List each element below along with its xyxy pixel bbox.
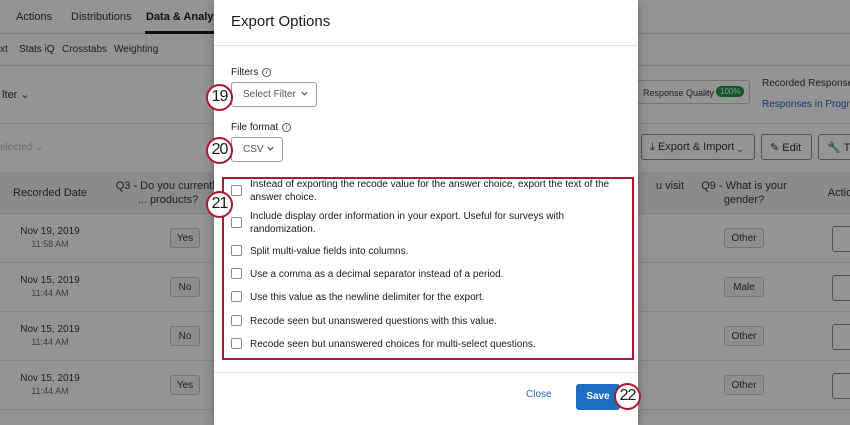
option-label: Recode seen but unanswered questions wit… xyxy=(250,316,497,327)
info-icon[interactable]: i xyxy=(262,68,272,77)
option-checkbox[interactable] xyxy=(231,245,242,256)
file-format-value: CSV xyxy=(243,144,264,155)
filter-select[interactable]: Select Filter xyxy=(231,82,317,107)
option-label: Recode seen but unanswered choices for m… xyxy=(250,339,536,350)
option-checkbox[interactable] xyxy=(231,268,242,279)
file-format-select[interactable]: CSV xyxy=(231,137,283,162)
option-checkbox[interactable] xyxy=(231,291,242,302)
option-label: Split multi-value fields into columns. xyxy=(250,246,409,257)
modal-title: Export Options xyxy=(231,13,331,30)
option-label: Use this value as the newline delimiter … xyxy=(250,292,485,303)
step-callout-21: 21 xyxy=(206,191,233,218)
option-label: Instead of exporting the recode value fo… xyxy=(250,179,610,203)
chevron-down-icon xyxy=(267,146,274,151)
option-checkbox[interactable] xyxy=(231,217,242,228)
filters-label: Filters i xyxy=(231,67,272,78)
divider xyxy=(214,45,638,46)
option-checkbox[interactable] xyxy=(231,338,242,349)
filter-select-value: Select Filter xyxy=(243,89,296,100)
option-checkbox[interactable] xyxy=(231,185,242,196)
divider xyxy=(214,372,638,373)
file-format-label: File format i xyxy=(231,122,292,133)
step-callout-22: 22 xyxy=(614,383,641,410)
option-label: Include display order information in you… xyxy=(250,211,565,235)
step-callout-20: 20 xyxy=(206,137,233,164)
step-callout-19: 19 xyxy=(206,84,233,111)
info-icon[interactable]: i xyxy=(282,123,292,132)
option-label: Use a comma as a decimal separator inste… xyxy=(250,269,504,280)
option-checkbox[interactable] xyxy=(231,315,242,326)
export-options-modal: Export Options Filters i Select Filter Fi… xyxy=(214,0,638,425)
close-button[interactable]: Close xyxy=(526,389,552,400)
chevron-down-icon xyxy=(301,91,308,96)
